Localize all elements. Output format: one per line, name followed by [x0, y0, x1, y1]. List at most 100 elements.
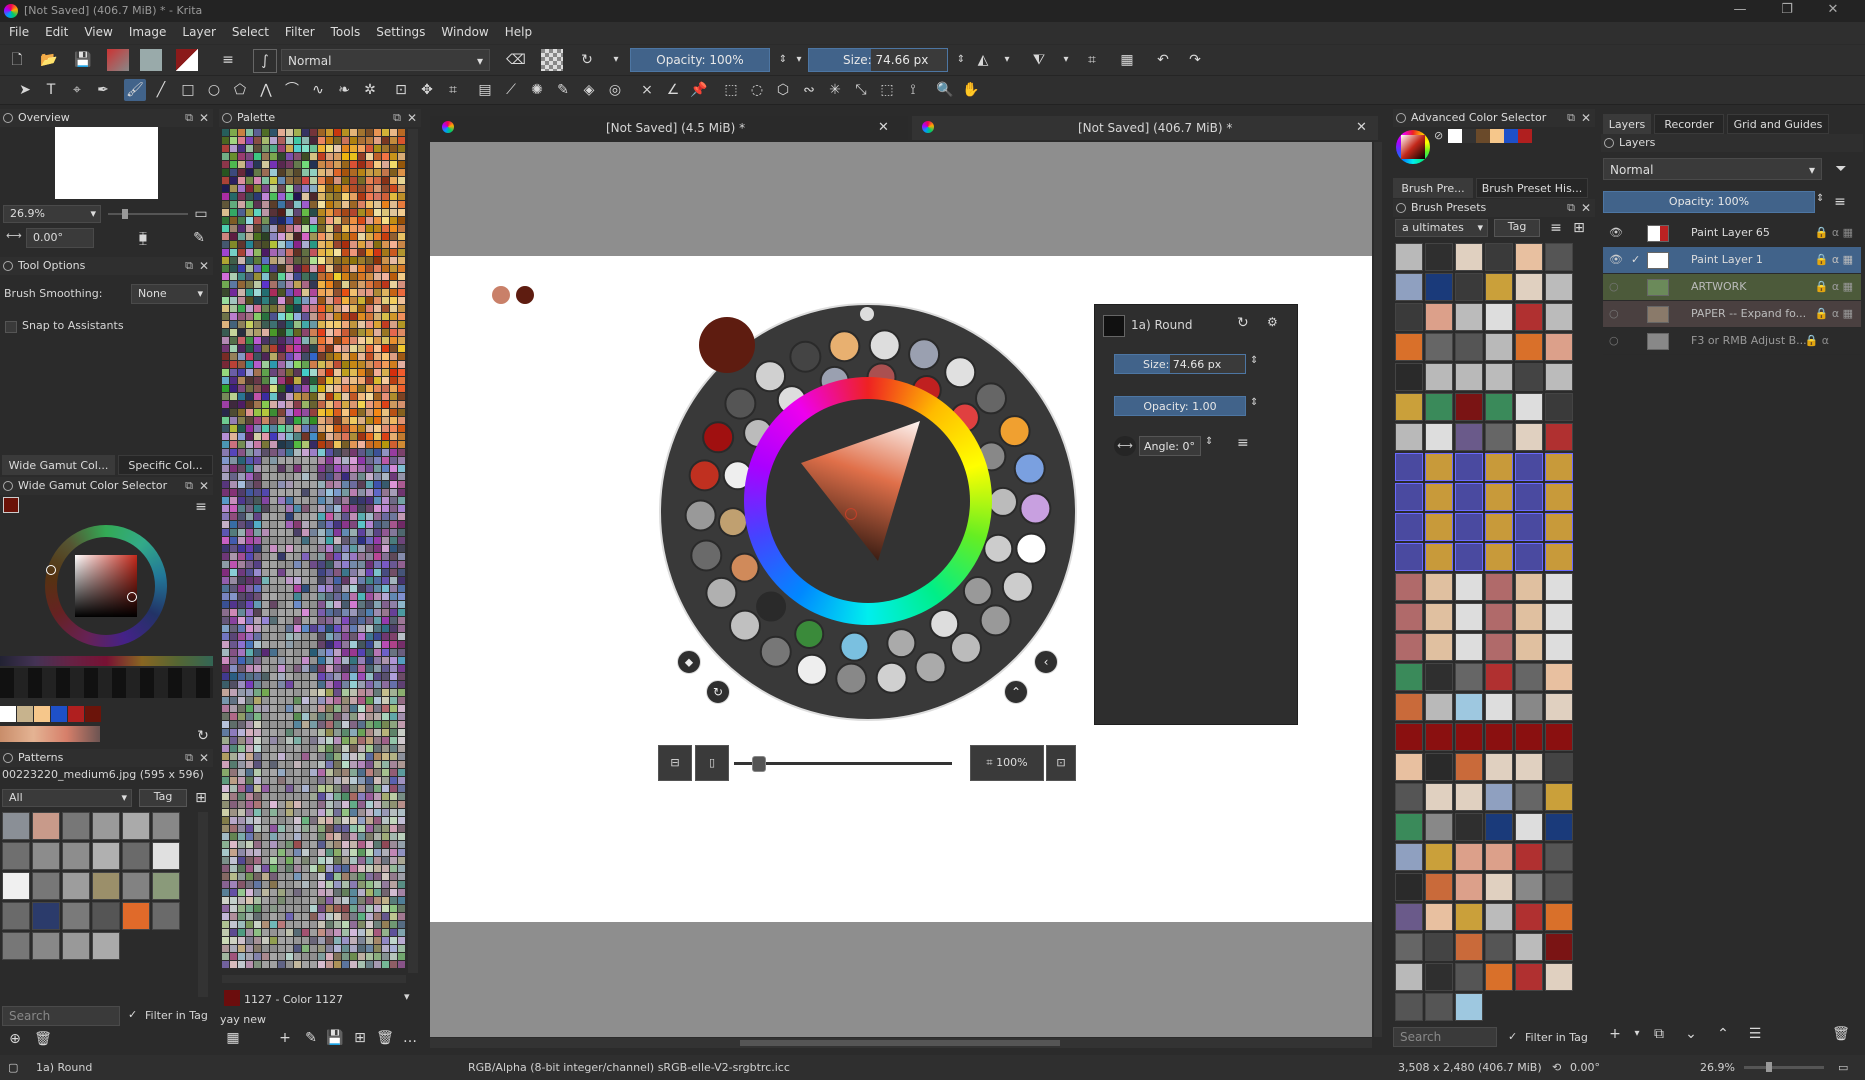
brush-preset-tile[interactable] — [1485, 303, 1513, 331]
hue-handle[interactable] — [46, 565, 56, 575]
chevron-down-icon[interactable]: ▾ — [996, 49, 1018, 71]
eraser-icon[interactable]: ⌫ — [505, 49, 527, 71]
pattern-thumbnail[interactable] — [62, 932, 90, 960]
fit-view-icon[interactable]: ▭ — [190, 203, 212, 225]
chevron-down-icon[interactable]: ▾ — [404, 990, 410, 1003]
brush-preset-tile[interactable] — [1395, 363, 1423, 391]
brush-preset-tile[interactable] — [1485, 843, 1513, 871]
close-icon[interactable]: ✕ — [1581, 109, 1591, 127]
brush-preset-tile[interactable] — [1515, 333, 1543, 361]
brush-preset-tile[interactable] — [1395, 633, 1423, 661]
pattern-thumbnail[interactable] — [92, 812, 120, 840]
mini-hue-wheel[interactable] — [1396, 130, 1430, 164]
brush-preset-tile[interactable] — [1395, 933, 1423, 961]
doc-tab-2[interactable]: [Not Saved] (406.7 MiB) * ✕ — [912, 116, 1378, 140]
brush-preset-tile[interactable] — [1545, 573, 1573, 601]
brush-preset-tile[interactable] — [1545, 483, 1573, 511]
brush-preset-tile[interactable] — [1395, 993, 1423, 1021]
move-tool-icon[interactable]: ✥ — [416, 79, 438, 101]
brush-preset-slot[interactable] — [1015, 532, 1048, 565]
layer-row[interactable]: ○ PAPER -- Expand fo... 🔒 α ▦ — [1603, 301, 1861, 328]
brush-preset-tile[interactable] — [1395, 873, 1423, 901]
tag-icon[interactable]: ⬥ — [677, 650, 701, 674]
pattern-thumbnail[interactable] — [62, 812, 90, 840]
alpha-lock-icon[interactable] — [541, 49, 563, 71]
menu-icon[interactable]: ≡ — [1237, 435, 1249, 451]
brush-preset-slot[interactable] — [929, 608, 960, 639]
layer-row-selected[interactable]: 👁 ✓ Paint Layer 1 🔒 α ▦ — [1603, 247, 1861, 274]
pattern-thumbnail[interactable] — [122, 902, 150, 930]
doc-tab-1[interactable]: [Not Saved] (4.5 MiB) * ✕ — [430, 116, 908, 140]
brush-preset-tile[interactable] — [1395, 423, 1423, 451]
close-icon[interactable]: ✕ — [199, 109, 209, 127]
chevron-down-icon[interactable]: ▾ — [605, 49, 627, 71]
brush-preset-tile[interactable] — [1425, 303, 1453, 331]
brush-preset-tile[interactable] — [1515, 483, 1543, 511]
brush-preset-tile[interactable] — [1425, 843, 1453, 871]
brush-preset-tile[interactable] — [1515, 693, 1543, 721]
float-icon[interactable]: ⧉ — [1567, 109, 1575, 127]
brush-preset-tile[interactable] — [1545, 903, 1573, 931]
fill-tool-icon[interactable]: ◈ — [578, 79, 600, 101]
brush-preset-tile[interactable] — [1545, 273, 1573, 301]
move-up-icon[interactable]: ⌃ — [1712, 1023, 1734, 1045]
brush-preset-tile[interactable] — [1455, 723, 1483, 751]
contiguous-select-icon[interactable]: ✳ — [824, 79, 846, 101]
brush-preset-slot[interactable] — [759, 635, 792, 668]
palette-hscrollbar[interactable] — [222, 975, 406, 983]
enclose-fill-icon[interactable]: ◎ — [604, 79, 626, 101]
brush-preset-slot[interactable] — [754, 360, 787, 393]
brush-preset-tile[interactable] — [1545, 783, 1573, 811]
duplicate-layer-icon[interactable]: ⧉ — [1648, 1023, 1670, 1045]
sv-handle[interactable] — [127, 592, 137, 602]
layer-properties-icon[interactable]: ☰ — [1744, 1023, 1766, 1045]
chevron-down-icon[interactable]: ▾ — [1055, 49, 1077, 71]
pattern-thumbnail[interactable] — [2, 932, 30, 960]
zoom-slider[interactable] — [734, 756, 952, 772]
brush-preset-slot[interactable] — [718, 507, 749, 538]
menu-icon[interactable]: ≡ — [1829, 191, 1851, 213]
menu-settings[interactable]: Settings — [367, 22, 432, 39]
brush-preset-tile[interactable] — [1395, 783, 1423, 811]
brush-preset-tile[interactable] — [1395, 723, 1423, 751]
tab-layers[interactable]: Layers — [1603, 114, 1651, 134]
brush-preset-slot[interactable] — [983, 533, 1014, 564]
brush-preset-tile[interactable] — [1395, 303, 1423, 331]
brush-preset-tile[interactable] — [1395, 483, 1423, 511]
brush-preset-tile[interactable] — [1395, 273, 1423, 301]
brush-preset-tile[interactable] — [1545, 603, 1573, 631]
popup-palette[interactable] — [659, 303, 1077, 721]
mirror-view-icon[interactable]: ⧯ — [132, 227, 154, 249]
pattern-tag-button[interactable]: Tag — [139, 789, 187, 807]
brush-preset-tile[interactable] — [1455, 573, 1483, 601]
brush-preset-tile[interactable] — [1425, 363, 1453, 391]
no-color-icon[interactable]: ⊘ — [1434, 129, 1446, 142]
brush-preset-tile[interactable] — [1485, 363, 1513, 391]
freehand-select-icon[interactable]: ∾ — [798, 79, 820, 101]
wrap-around-icon[interactable]: ▦ — [1116, 49, 1138, 71]
brush-preset-tile[interactable] — [1485, 723, 1513, 751]
triangle-handle[interactable] — [845, 508, 857, 520]
brush-preset-tile[interactable] — [1395, 543, 1423, 571]
brush-preset-tile[interactable] — [1515, 303, 1543, 331]
pattern-thumbnail[interactable] — [152, 902, 180, 930]
close-icon[interactable]: ✕ — [199, 257, 209, 275]
status-zoom-slider[interactable] — [1744, 1062, 1824, 1072]
import-icon[interactable]: ⊞ — [1568, 217, 1590, 239]
save-icon[interactable]: 💾 — [72, 49, 94, 71]
brush-preset-tile[interactable] — [1485, 423, 1513, 451]
menu-image[interactable]: Image — [120, 22, 174, 39]
brush-preset-tile[interactable] — [1455, 543, 1483, 571]
brush-preset-tile[interactable] — [1425, 393, 1453, 421]
brush-preset-tile[interactable] — [1515, 753, 1543, 781]
brush-preset-tile[interactable] — [1545, 423, 1573, 451]
tab-brush-history[interactable]: Brush Preset His... — [1476, 178, 1588, 198]
brush-preset-slot[interactable] — [756, 591, 787, 622]
brush-preset-slot[interactable] — [974, 382, 1007, 415]
multibrush-icon[interactable]: ✲ — [359, 79, 381, 101]
layer-opacity-slider[interactable]: Opacity: 100% — [1603, 191, 1815, 213]
brush-preset-tile[interactable] — [1425, 513, 1453, 541]
tab-brush-presets[interactable]: Brush Pre... — [1393, 178, 1473, 198]
eye-off-icon[interactable]: ○ — [1609, 274, 1619, 300]
measure-tool-icon[interactable]: ∠ — [662, 79, 684, 101]
